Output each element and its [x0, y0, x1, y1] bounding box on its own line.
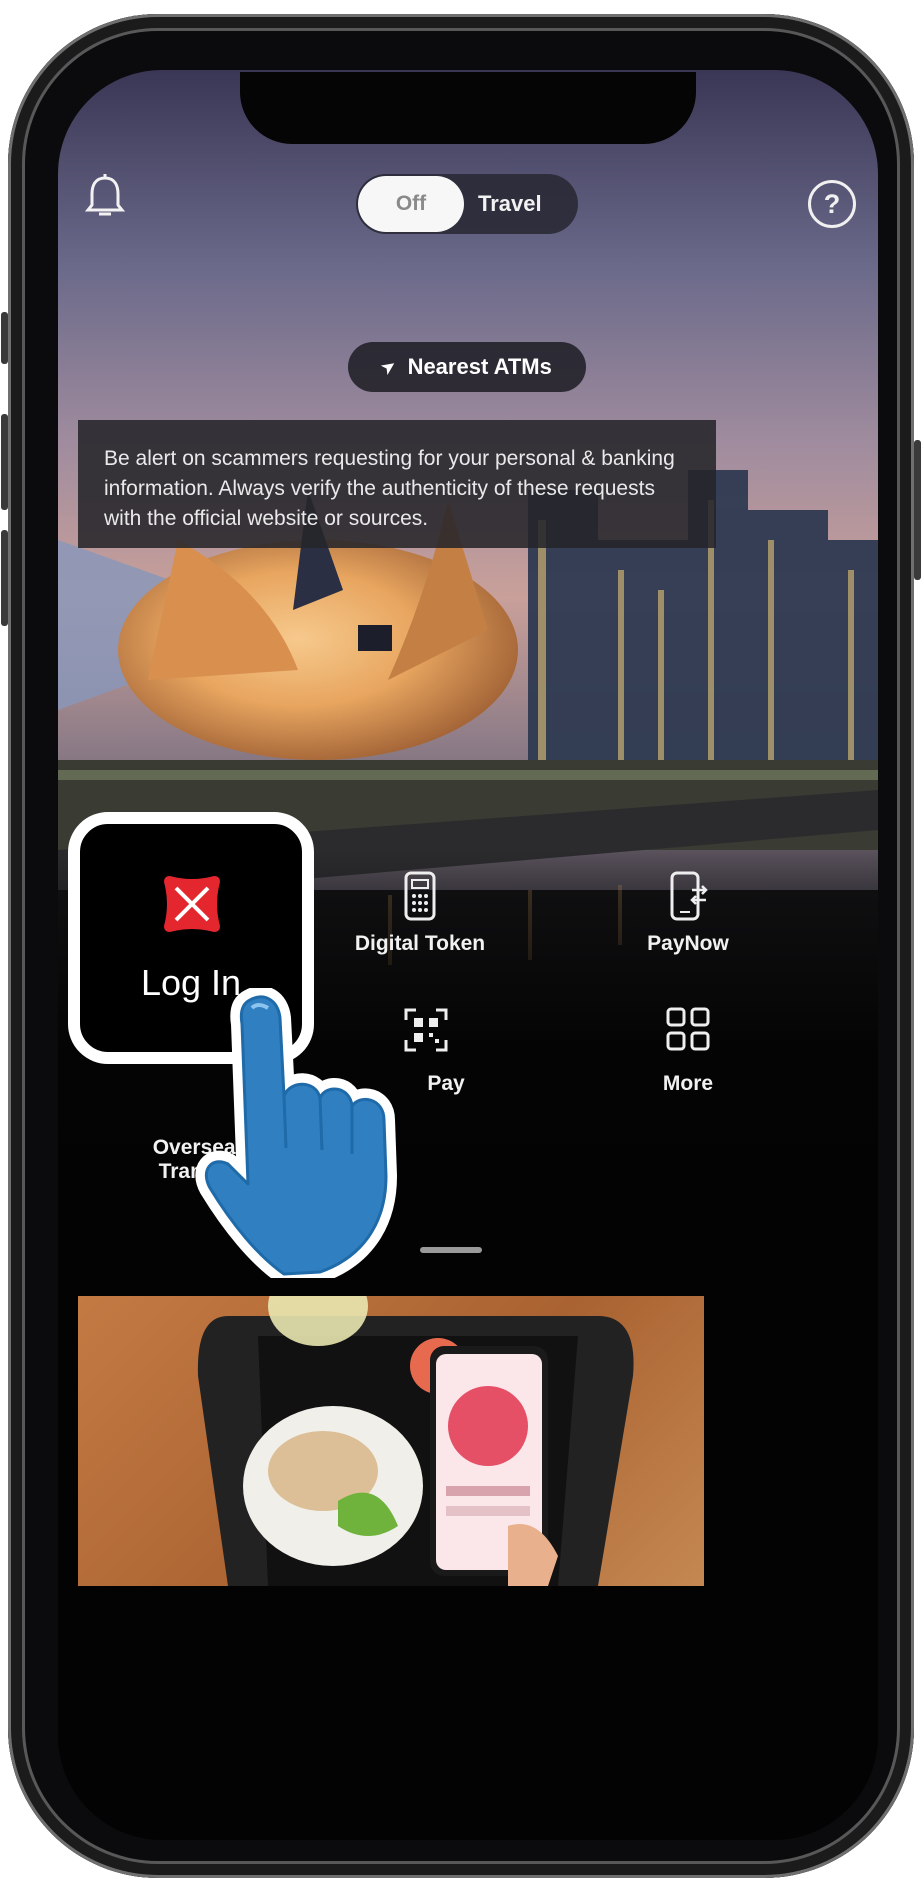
mute-switch [1, 312, 8, 364]
power-button [914, 440, 921, 580]
bell-icon[interactable] [80, 172, 130, 222]
digital-token-button[interactable]: Digital Token [320, 870, 520, 956]
nearest-atms-button[interactable]: ➤ Nearest ATMs [348, 342, 586, 392]
toggle-travel-option[interactable]: Travel [478, 174, 542, 234]
food-tray-phone-photo [197, 1296, 634, 1586]
phone-notch [240, 72, 696, 144]
token-device-icon [404, 871, 436, 921]
paynow-button[interactable]: PayNow [588, 870, 788, 956]
grid-icon [666, 1007, 710, 1051]
nearest-atms-label: Nearest ATMs [407, 354, 552, 379]
phone-transfer-icon [670, 871, 708, 921]
dbs-logo-icon [164, 876, 220, 932]
location-arrow-icon: ➤ [378, 356, 400, 379]
promo-banner[interactable] [78, 1296, 704, 1586]
paynow-label: PayNow [647, 932, 729, 955]
travel-mode-toggle[interactable]: Off Travel [356, 174, 578, 234]
page-indicator [420, 1247, 482, 1253]
question-mark-icon[interactable]: ? [808, 180, 856, 228]
pointing-hand-icon [195, 988, 397, 1278]
scam-alert-notice: Be alert on scammers requesting for your… [78, 420, 716, 548]
digital-token-label: Digital Token [354, 932, 486, 955]
toggle-off-option[interactable]: Off [358, 176, 464, 232]
volume-down-button [1, 530, 8, 626]
volume-up-button [1, 414, 8, 510]
more-label: More [662, 1072, 714, 1095]
more-button[interactable]: More [588, 1006, 788, 1096]
